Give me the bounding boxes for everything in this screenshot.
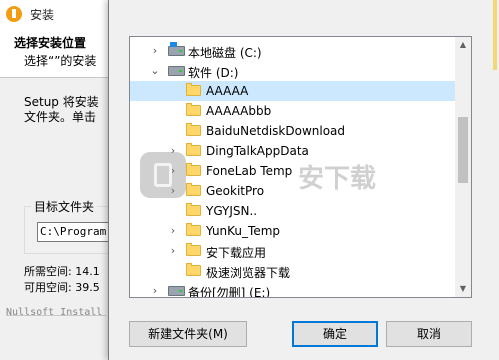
tree-folder-item[interactable]: YGYJSN..	[130, 201, 458, 221]
background-window-accent	[493, 0, 497, 70]
scroll-thumb[interactable]	[458, 117, 468, 183]
folder-icon	[186, 143, 201, 156]
branding-divider	[6, 315, 106, 316]
folder-icon	[186, 243, 201, 256]
tree-drive-item[interactable]: › 本地磁盘 (C:)	[130, 41, 458, 61]
tree-item-label: YunKu_Temp	[206, 224, 281, 238]
chevron-right-icon[interactable]: ›	[148, 281, 162, 297]
new-folder-button[interactable]: 新建文件夹(M)	[129, 321, 247, 347]
watermark-logo-icon	[140, 152, 186, 198]
tree-folder-item[interactable]: 极速浏览器下载	[130, 261, 458, 281]
folder-icon	[186, 263, 201, 276]
folder-icon	[186, 183, 201, 196]
chevron-right-icon[interactable]: ›	[166, 221, 180, 241]
folder-icon	[186, 163, 201, 176]
tree-folder-item[interactable]: › YunKu_Temp	[130, 221, 458, 241]
folder-icon	[186, 83, 201, 96]
installer-title: 安装	[30, 8, 55, 22]
tree-drive-item[interactable]: ⌄ 软件 (D:)	[130, 61, 458, 81]
installer-heading: 选择安装位置	[14, 36, 87, 50]
installer-branding: Nullsoft Install	[6, 307, 103, 318]
watermark-text: 安下载	[298, 164, 377, 194]
tree-folder-item[interactable]: › 安下载应用	[130, 241, 458, 261]
tree-drive-item[interactable]: › 备份[勿删] (E:)	[130, 281, 458, 298]
tree-item-label: YGYJSN..	[206, 204, 258, 218]
drive-icon	[168, 42, 185, 56]
folder-icon	[186, 223, 201, 236]
scroll-up-icon[interactable]: ▲	[455, 37, 471, 53]
tree-item-label: 本地磁盘 (C:)	[188, 46, 262, 60]
disk-space-info: 所需空间: 14.1 可用空间: 39.5	[24, 264, 100, 296]
drive-icon	[168, 286, 185, 296]
tree-item-label: 软件 (D:)	[188, 66, 239, 80]
installer-app-icon	[6, 6, 22, 22]
installer-subheading: 选择“”的安装	[24, 54, 97, 68]
tree-item-label: DingTalkAppData	[206, 144, 309, 158]
space-available: 可用空间: 39.5	[24, 281, 100, 294]
destination-label: 目标文件夹	[31, 198, 98, 215]
drive-icon	[168, 66, 185, 76]
scroll-down-icon[interactable]: ▼	[455, 281, 471, 297]
space-required: 所需空间: 14.1	[24, 265, 100, 278]
tree-item-label: AAAAAbbb	[206, 104, 272, 118]
tree-scrollbar[interactable]: ▲ ▼	[455, 37, 471, 297]
tree-item-label: FoneLab Temp	[206, 164, 293, 178]
chevron-down-icon[interactable]: ⌄	[148, 61, 162, 81]
tree-folder-item[interactable]: AAAAAbbb	[130, 101, 458, 121]
tree-item-label: BaiduNetdiskDownload	[206, 124, 346, 138]
tree-item-label: 备份[勿删] (E:)	[188, 286, 271, 298]
folder-icon	[186, 103, 201, 116]
installer-description: Setup 将安装 文件夹。单击	[24, 95, 99, 124]
tree-item-label: 极速浏览器下载	[206, 266, 291, 280]
cancel-button[interactable]: 取消	[386, 321, 472, 347]
folder-icon	[186, 203, 201, 216]
tree-item-label: GeokitPro	[206, 184, 265, 198]
ok-button[interactable]: 确定	[292, 321, 378, 347]
chevron-right-icon[interactable]: ›	[148, 41, 162, 61]
tree-item-label: AAAAA	[206, 84, 249, 98]
chevron-right-icon[interactable]: ›	[166, 241, 180, 261]
tree-folder-item[interactable]: AAAAA	[130, 81, 458, 101]
folder-icon	[186, 123, 201, 136]
tree-item-label: 安下载应用	[206, 246, 267, 260]
tree-folder-item[interactable]: BaiduNetdiskDownload	[130, 121, 458, 141]
